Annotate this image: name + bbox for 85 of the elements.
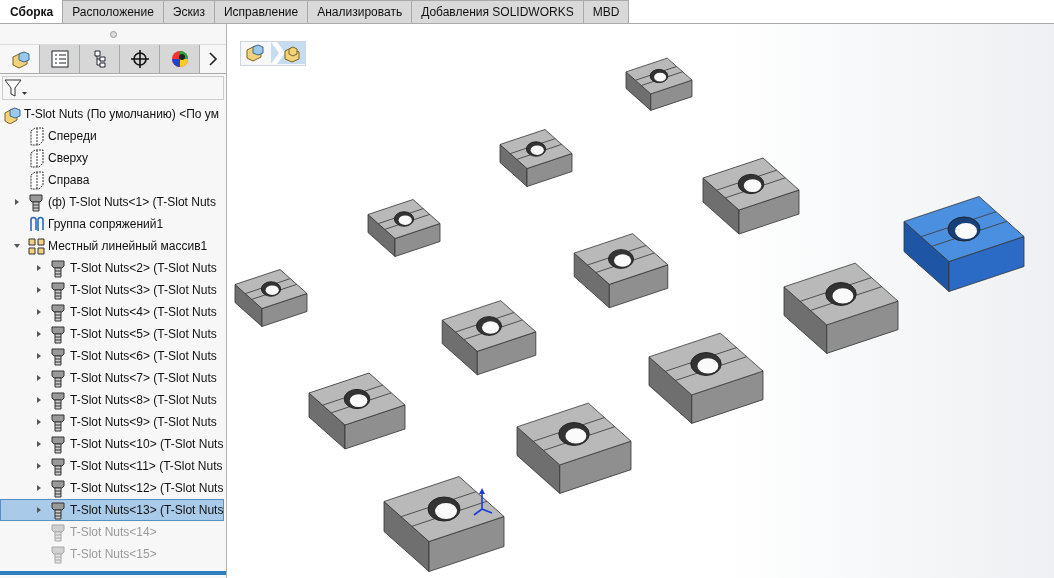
bolt-icon [49,280,68,300]
bolt-icon [49,390,68,410]
expand-arrow-icon[interactable] [35,264,43,272]
expand-arrow-icon[interactable] [35,308,43,316]
panel-tab[interactable] [160,45,200,73]
grip-handle[interactable] [109,30,117,38]
bolt-icon [49,500,68,520]
tree-item[interactable]: Спереди [0,125,224,147]
tree-item[interactable]: T-Slot Nuts<12> (T-Slot Nuts [0,477,224,499]
ribbon-tab[interactable]: Анализировать [307,0,413,23]
expand-arrow-icon[interactable] [35,330,43,338]
t-slot-nut-drawing[interactable] [783,262,899,354]
tree-item[interactable]: Местный линейный массив1 [0,235,224,257]
plane-icon [27,126,46,146]
tree-item[interactable]: T-Slot Nuts<7> (T-Slot Nuts [0,367,224,389]
ribbon-tab[interactable]: Исправление [213,0,309,23]
pattern-icon [27,236,46,256]
expand-arrow-icon[interactable] [35,484,43,492]
t-slot-nut-drawing[interactable] [234,269,308,327]
ribbon-tab[interactable]: Эскиз [162,0,215,23]
tree-item[interactable]: T-Slot Nuts<4> (T-Slot Nuts [0,301,224,323]
bolt-icon [49,368,68,388]
expand-arrow-icon[interactable] [35,462,43,470]
ribbon-tab[interactable]: Расположение [62,0,164,23]
bolt-icon [49,478,68,498]
filter-icon [3,78,29,98]
t-slot-nut-drawing[interactable] [499,129,573,187]
tree-item[interactable]: T-Slot Nuts<9> (T-Slot Nuts [0,411,224,433]
tree-item[interactable]: T-Slot Nuts<3> (T-Slot Nuts [0,279,224,301]
bolt-icon [49,412,68,432]
bolt-icon [49,522,68,542]
tree-item[interactable]: T-Slot Nuts<10> (T-Slot Nuts [0,433,224,455]
tree-item[interactable]: T-Slot Nuts<8> (T-Slot Nuts [0,389,224,411]
t-slot-nut-drawing[interactable] [383,476,505,572]
tree-item[interactable]: T-Slot Nuts<2> (T-Slot Nuts [0,257,224,279]
color-wheel-icon [169,49,190,69]
bolt-icon [49,544,68,564]
t-slot-nut-drawing[interactable] [441,300,537,376]
paperclip-icon [27,214,46,234]
bolt-icon [49,258,68,278]
bolt-icon [49,456,68,476]
expand-arrow-icon[interactable] [35,374,43,382]
expand-arrow-icon[interactable] [35,506,43,514]
t-slot-nut-drawing[interactable] [516,402,632,494]
tree-item[interactable]: (ф) T-Slot Nuts<1> (T-Slot Nuts [0,191,224,213]
t-slot-nut-drawing[interactable] [367,199,441,257]
tree-item[interactable]: Сверху [0,147,224,169]
panel-tab[interactable] [120,45,160,73]
expand-arrow-icon[interactable] [35,418,43,426]
tree-item[interactable]: T-Slot Nuts<6> (T-Slot Nuts [0,345,224,367]
feature-tree-icon [9,49,30,69]
bolt-icon [49,302,68,322]
t-slot-nut-drawing[interactable] [625,57,693,111]
ribbon-tab[interactable]: MBD [582,0,630,23]
bolt-icon [49,346,68,366]
t-slot-nut-drawing[interactable] [573,233,669,309]
expand-arrow-icon[interactable] [35,440,43,448]
collapse-arrow-icon[interactable] [13,242,21,250]
ribbon-tab[interactable]: Добавления SOLIDWORKS [411,0,584,23]
axis-triad-icon [473,488,493,516]
bolt-icon [27,192,46,212]
tree-item[interactable]: T-Slot Nuts<11> (T-Slot Nuts [0,455,224,477]
tree-item[interactable]: Справа [0,169,224,191]
chevron-right-icon[interactable] [208,52,218,66]
assembly-icon [3,104,22,124]
expand-arrow-icon[interactable] [35,286,43,294]
t-slot-nut-drawing[interactable] [308,372,406,450]
t-slot-nut-drawing[interactable] [702,157,800,235]
expand-arrow-icon[interactable] [35,352,43,360]
expand-arrow-icon[interactable] [35,396,43,404]
part-icon[interactable] [271,42,305,64]
selected-t-slot-nut-drawing[interactable] [903,196,1025,292]
plane-icon [27,170,46,190]
tree-item[interactable]: Группа сопряжений1 [0,213,224,235]
property-list-icon [49,49,70,69]
t-slot-nut-drawing[interactable] [648,332,764,424]
filter-field[interactable] [2,76,224,100]
crosshair-icon [129,49,150,69]
bolt-icon [49,324,68,344]
bolt-icon [49,434,68,454]
tree-item[interactable]: T-Slot Nuts<5> (T-Slot Nuts [0,323,224,345]
plane-icon [27,148,46,168]
tree-item[interactable]: T-Slot Nuts (По умолчанию) <По ум [0,103,224,125]
expand-arrow-icon[interactable] [13,198,21,206]
tree-item[interactable]: T-Slot Nuts<13> (T-Slot Nuts [0,499,224,521]
